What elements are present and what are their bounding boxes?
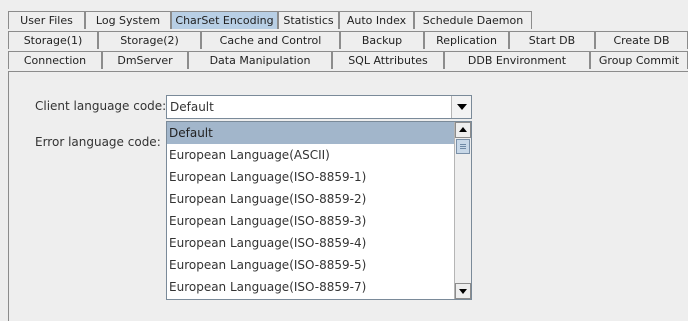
- tab-log-system[interactable]: Log System: [85, 11, 171, 29]
- grip-line-icon: [460, 144, 466, 145]
- tab-storage-2[interactable]: Storage(2): [98, 31, 201, 49]
- tab-user-files[interactable]: User Files: [8, 11, 85, 29]
- tab-schedule-daemon[interactable]: Schedule Daemon: [414, 11, 532, 29]
- dropdown-options: Default European Language(ASCII) Europea…: [167, 122, 454, 298]
- grip-line-icon: [460, 148, 466, 149]
- client-language-combobox[interactable]: Default: [166, 95, 472, 119]
- arrow-down-icon: [459, 289, 467, 294]
- error-language-label: Error language code:: [35, 135, 161, 149]
- dropdown-option[interactable]: European Language(ISO-8859-4): [167, 232, 454, 254]
- tab-sql-attributes[interactable]: SQL Attributes: [332, 51, 444, 69]
- tab-start-db[interactable]: Start DB: [509, 31, 595, 49]
- tab-create-db[interactable]: Create DB: [595, 31, 688, 49]
- dropdown-option-default[interactable]: Default: [167, 122, 454, 144]
- tab-group-commit[interactable]: Group Commit: [590, 51, 688, 69]
- client-language-label: Client language code:: [35, 99, 167, 113]
- language-dropdown-list[interactable]: Default European Language(ASCII) Europea…: [166, 121, 472, 300]
- tab-storage-1[interactable]: Storage(1): [8, 31, 98, 49]
- scrollbar-thumb[interactable]: [456, 139, 470, 154]
- dropdown-option[interactable]: European Language(ISO-8859-7): [167, 276, 454, 298]
- scroll-down-button[interactable]: [455, 283, 471, 299]
- tab-ddb-environment[interactable]: DDB Environment: [444, 51, 590, 69]
- tab-cache-and-control[interactable]: Cache and Control: [201, 31, 340, 49]
- dropdown-scrollbar[interactable]: [454, 122, 471, 299]
- tab-auto-index[interactable]: Auto Index: [339, 11, 414, 29]
- arrow-up-icon: [459, 127, 467, 132]
- combobox-arrow-button[interactable]: [451, 96, 471, 118]
- tab-charset-encoding[interactable]: CharSet Encoding: [171, 11, 278, 29]
- client-language-value: Default: [170, 100, 214, 114]
- dropdown-option[interactable]: European Language(ISO-8859-3): [167, 210, 454, 232]
- chevron-down-icon: [457, 104, 467, 110]
- tab-replication[interactable]: Replication: [424, 31, 509, 49]
- dropdown-option[interactable]: European Language(ISO-8859-2): [167, 188, 454, 210]
- tab-backup[interactable]: Backup: [340, 31, 424, 49]
- tab-connection[interactable]: Connection: [8, 51, 102, 69]
- tab-data-manipulation[interactable]: Data Manipulation: [188, 51, 332, 69]
- tab-dmserver[interactable]: DmServer: [102, 51, 188, 69]
- tab-statistics[interactable]: Statistics: [278, 11, 339, 29]
- dropdown-option[interactable]: European Language(ASCII): [167, 144, 454, 166]
- scroll-up-button[interactable]: [455, 122, 471, 138]
- dropdown-option[interactable]: European Language(ISO-8859-5): [167, 254, 454, 276]
- dropdown-option[interactable]: European Language(ISO-8859-1): [167, 166, 454, 188]
- grip-line-icon: [460, 146, 466, 147]
